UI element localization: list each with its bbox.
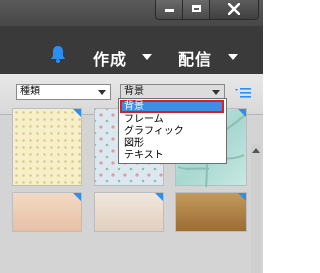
dropdown-arrow-icon	[212, 90, 220, 95]
app-window: 作成 配信 種類 背景 背景 フレーム グラフィック 図形 テキスト	[0, 0, 263, 273]
minimize-button[interactable]	[155, 0, 183, 20]
thumbnail-item[interactable]	[12, 192, 82, 232]
scrollbar[interactable]	[251, 144, 261, 273]
dropdown-item-selected[interactable]: 背景	[120, 100, 224, 113]
bell-icon[interactable]	[50, 45, 66, 63]
category-dropdown-list: 背景 フレーム グラフィック 図形 テキスト	[118, 98, 227, 164]
badge-corner-icon	[73, 109, 81, 117]
dropdown-item[interactable]: 図形	[124, 138, 144, 149]
close-icon	[227, 2, 241, 16]
dropdown-item[interactable]: グラフィック	[124, 126, 184, 137]
share-menu-button[interactable]: 配信	[178, 46, 212, 70]
thumbnail-item[interactable]	[94, 192, 164, 232]
category-select-value: 背景	[124, 86, 144, 97]
type-select-value: 種類	[20, 86, 40, 97]
titlebar	[0, 0, 263, 26]
chevron-down-icon[interactable]	[228, 54, 238, 60]
dropdown-item[interactable]: フレーム	[124, 114, 164, 125]
list-view-icon[interactable]	[235, 87, 251, 99]
thumbnail-item[interactable]	[12, 108, 82, 186]
dropdown-arrow-icon	[98, 90, 106, 95]
maximize-icon	[191, 5, 201, 12]
scroll-up-icon[interactable]	[252, 148, 260, 153]
badge-corner-icon	[155, 193, 163, 201]
thumbnail-item[interactable]	[175, 192, 247, 232]
header-bar: 作成 配信	[0, 26, 263, 74]
dropdown-item[interactable]: テキスト	[124, 150, 164, 161]
create-menu-button[interactable]: 作成	[93, 46, 127, 70]
badge-corner-icon	[73, 193, 81, 201]
type-select[interactable]: 種類	[16, 84, 111, 100]
badge-corner-icon	[238, 109, 246, 117]
maximize-button[interactable]	[182, 0, 210, 20]
minimize-icon	[164, 9, 174, 12]
chevron-down-icon[interactable]	[142, 54, 152, 60]
badge-corner-icon	[238, 193, 246, 201]
close-button[interactable]	[209, 0, 259, 20]
